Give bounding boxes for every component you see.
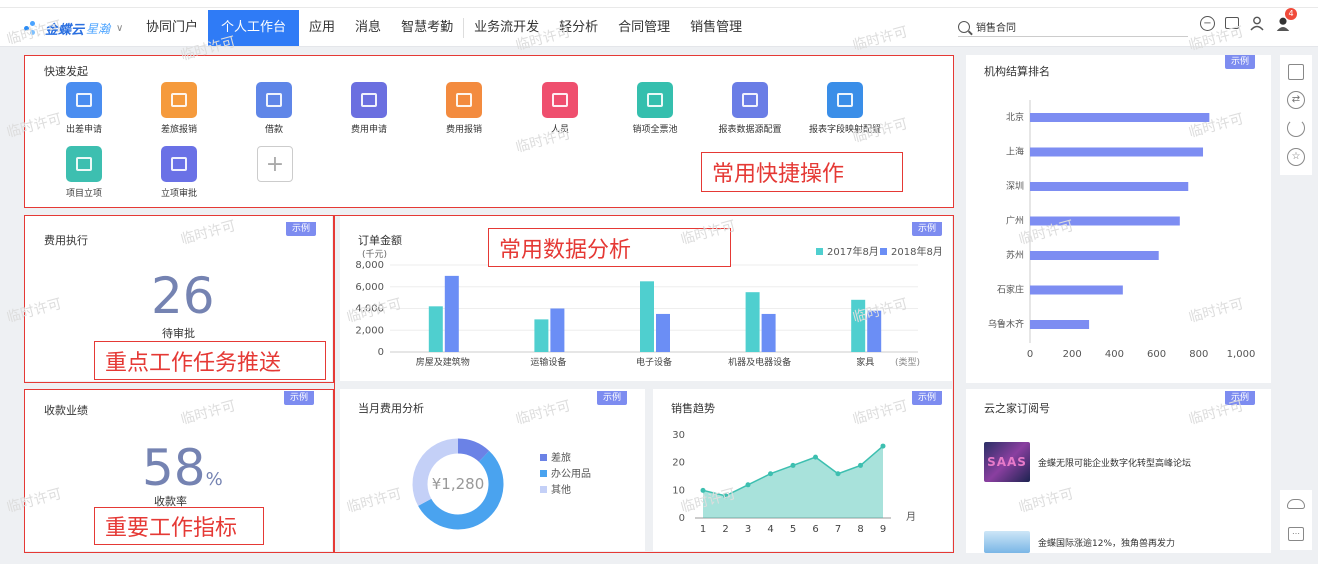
sample-tag: 示例 [1225,391,1255,405]
nav-tab-8[interactable]: 销售管理 [680,10,752,46]
app-logo[interactable]: 金蝶云 星瀚 ∨ [24,18,123,38]
nav-tab-3[interactable]: 消息 [345,10,391,46]
y-tick-label: 石家庄 [997,284,1024,296]
nav-tab-5[interactable]: 业务流开发 [464,10,549,46]
bar [1030,147,1204,157]
y-tick-label: 深圳 [1006,181,1024,192]
window-top-strip [0,0,1318,8]
subscription-item[interactable]: SAAS 金蝶无限可能企业数字化转型高峰论坛 [984,442,1191,482]
article-thumbnail: SAAS [984,442,1030,482]
bar [1030,113,1210,122]
nav-tab-7[interactable]: 合同管理 [608,10,680,46]
y-tick-label: 乌鲁木齐 [988,318,1024,330]
subscription-card: 云之家订阅号 示例 SAAS 金蝶无限可能企业数字化转型高峰论坛 金蝶国际涨逾1… [966,389,1271,553]
x-tick-label: 0 [1027,349,1033,360]
x-tick-label: 200 [1063,349,1082,360]
annotation-label-analysis: 常用数据分析 [488,228,731,267]
bar [1030,251,1159,260]
user-icon[interactable] [1249,15,1265,31]
branch-rank-chart: 北京上海深圳广州苏州石家庄乌鲁木齐 0 200 400 600 800 1,000 [988,100,1256,360]
bar [1030,320,1090,329]
search-input[interactable]: 销售合同 [976,19,1016,34]
main-nav: 协同门户 个人工作台 应用 消息 智慧考勤 业务流开发 轻分析 合同管理 销售管理 [136,10,752,46]
right-toolbar: ⇄ ☆ [1280,55,1312,175]
x-tick-label: 1,000 [1227,349,1256,360]
subscription-item-title[interactable]: 金蝶无限可能企业数字化转型高峰论坛 [1038,456,1191,469]
bar [1030,182,1189,191]
cloud-icon[interactable] [1287,499,1305,509]
x-tick-label: 800 [1189,349,1208,360]
right-toolbar-bottom: … [1280,490,1312,550]
swap-icon[interactable]: ⇄ [1287,90,1305,109]
branch-rank-card: 机构结算排名 示例 北京 上海 深圳 广州 苏州 石家庄 乌鲁木齐 0 200 400 600 800… [966,55,1271,383]
y-tick-label: 苏州 [1006,249,1024,261]
star-icon[interactable]: ☆ [1287,147,1305,166]
nav-tab-2[interactable]: 应用 [299,10,345,46]
layout-icon[interactable] [1288,64,1304,81]
nav-tab-6[interactable]: 轻分析 [549,10,608,46]
top-icons: − 4 [1200,8,1297,31]
avatar[interactable]: 4 [1275,8,1297,31]
chevron-down-icon[interactable]: ∨ [116,23,123,34]
subscription-item[interactable]: 金蝶国际涨逾12%，独角兽再发力 [984,531,1175,553]
bar [1030,216,1180,226]
article-thumbnail [984,531,1030,553]
y-tick-label: 北京 [1006,111,1024,123]
notification-badge: 4 [1285,8,1297,20]
x-tick-label: 400 [1105,349,1124,360]
minus-circle-icon[interactable]: − [1200,15,1215,31]
y-tick-label: 广州 [1006,215,1024,227]
search-box[interactable]: 销售合同 [958,17,1188,37]
bar [1030,285,1123,295]
nav-tab-0[interactable]: 协同门户 [136,10,208,46]
subscription-item-title[interactable]: 金蝶国际涨逾12%，独角兽再发力 [1038,536,1175,549]
search-icon[interactable] [958,20,970,33]
x-tick-label: 600 [1147,349,1166,360]
nav-tab-4[interactable]: 智慧考勤 [391,10,463,46]
chat-icon[interactable]: … [1288,527,1304,541]
logo-text: 金蝶云 [45,22,85,38]
subscription-title: 云之家订阅号 [984,402,1050,415]
annotation-label-push: 重点工作任务推送 [94,341,326,380]
logo-mark-icon [24,21,42,35]
annotation-label-quick: 常用快捷操作 [701,152,903,192]
y-tick-label: 上海 [1006,146,1024,158]
refresh-icon[interactable] [1287,119,1305,138]
annotation-label-kpi: 重要工作指标 [94,507,264,545]
mail-icon[interactable] [1225,17,1239,29]
logo-sub-text: 星瀚 [86,21,111,36]
thumbnail-badge-text: SAAS [987,455,1027,469]
nav-tab-1[interactable]: 个人工作台 [208,10,300,46]
